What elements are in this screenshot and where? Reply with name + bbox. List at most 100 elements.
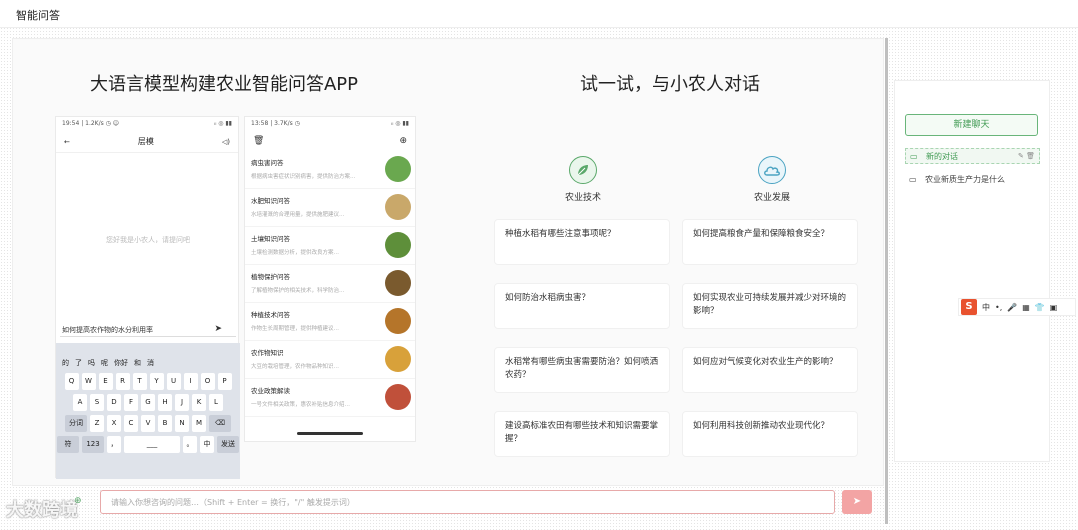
category-agri-tech[interactable]: 农业技术 (555, 156, 611, 203)
keyboard-key: N (175, 415, 189, 432)
topic-desc: 作物生长周期管理，提供种植建议… (251, 326, 340, 332)
edit-delete-icons[interactable]: ✎ 🗑 (1018, 152, 1035, 160)
phone-status-bar: 13:58 | 3.7K/s ◷ ᵢₗ ◎ ▮▮ (245, 117, 415, 131)
keyboard-key: M (192, 415, 206, 432)
topic-thumbnail (385, 384, 411, 410)
keyboard-icon[interactable]: ▦ (1022, 303, 1030, 312)
chat-history-label: 农业新质生产力是什么 (925, 174, 1005, 184)
keyboard-row: ASDFGHJKL (56, 394, 240, 411)
keyboard-key: L (209, 394, 223, 411)
skin-icon[interactable]: 👕 (1035, 303, 1045, 312)
chat-history-label: 新的对话 (926, 151, 958, 161)
keyboard-row: 分词 Z X C V B N M ⌫ (56, 415, 240, 432)
phone-mockup-chat: 19:54 | 1.2K/s ◷ ☺ ᵢₗ ◎ ▮▮ ← 层模 ◁) 您好我是小… (55, 116, 240, 479)
keyboard-row: QWERTYUIOP (56, 373, 240, 390)
keyboard-key: E (98, 373, 113, 390)
microphone-icon[interactable]: 🎤 (1007, 303, 1017, 312)
question-card[interactable]: 如何实现农业可持续发展并减少对环境的影响？ (682, 283, 858, 329)
keyboard-key: 。 (183, 436, 197, 453)
speaker-icon: ◁) (221, 137, 230, 146)
keyboard-key: 符 (57, 436, 79, 453)
phone-topic-item: 土壤知识问答 土壤检测数据分析，提供改良方案… (245, 227, 415, 265)
keyboard-key: X (107, 415, 121, 432)
phone-topic-item: 水肥知识问答 水培灌溉的合理用量，提供施肥建议… (245, 189, 415, 227)
attach-icon[interactable]: ⊕ (74, 496, 82, 506)
keyboard-key: ___ (124, 436, 180, 453)
phone-input: 如何提高农作物的水分利用率 (60, 323, 236, 337)
keyboard-key: H (158, 394, 172, 411)
keyboard-key: ⌫ (209, 415, 231, 432)
question-card[interactable]: 如何提高粮食产量和保障粮食安全？ (682, 219, 858, 265)
keyboard-key: W (81, 373, 96, 390)
chat-bubble-icon: ▭ (909, 174, 917, 184)
topic-thumbnail (385, 308, 411, 334)
ime-toolbar[interactable]: S 中 •, 🎤 ▦ 👕 ▣ (958, 298, 1076, 316)
keyboard-key: R (115, 373, 130, 390)
phone-topic-item: 植物保护问答 了解植物保护的相关技术，科学防治… (245, 265, 415, 303)
keyboard-key: 中 (200, 436, 214, 453)
chat-history-item[interactable]: ▭ 农业新质生产力是什么 (905, 171, 1040, 187)
keyboard-key: S (90, 394, 104, 411)
chat-sidebar: 新建聊天 ▭ 新的对话 ✎ 🗑 ▭ 农业新质生产力是什么 (894, 80, 1050, 462)
phone-list-header: 🗑 ⊕ (245, 131, 415, 151)
ime-punct-icon[interactable]: •, (995, 303, 1002, 312)
category-label: 农业发展 (753, 193, 790, 203)
topic-desc: 根据病虫害症状识别病害，提供防治方案… (251, 174, 356, 180)
keyboard-key: 123 (82, 436, 104, 453)
toolbox-icon[interactable]: ▣ (1050, 303, 1058, 312)
keyboard-key: G (141, 394, 155, 411)
keyboard-key: Z (90, 415, 104, 432)
status-icons: ᵢₗ ◎ ▮▮ (391, 120, 409, 127)
app-title: 智能问答 (16, 9, 60, 22)
leaf-icon (569, 156, 597, 184)
ime-logo: S (961, 299, 977, 315)
phone-chat-header: ← 层模 ◁) (56, 131, 238, 153)
status-time: 19:54 | 1.2K/s ◷ ☺ (62, 120, 120, 127)
topic-desc: 水培灌溉的合理用量，提供施肥建议… (251, 212, 345, 218)
new-chat-button[interactable]: 新建聊天 (905, 114, 1038, 136)
phone-status-bar: 19:54 | 1.2K/s ◷ ☺ ᵢₗ ◎ ▮▮ (56, 117, 238, 131)
send-button[interactable]: ➤ (842, 490, 872, 514)
topic-thumbnail (385, 232, 411, 258)
keyboard-candidates: 的了吗呢你好和消 (56, 355, 240, 369)
chat-bubble-icon: ▭ (910, 151, 918, 161)
topic-thumbnail (385, 270, 411, 296)
phone-topic-item: 种植技术问答 作物生长周期管理，提供种植建议… (245, 303, 415, 341)
topic-thumbnail (385, 346, 411, 372)
question-card[interactable]: 种植水稻有哪些注意事项呢？ (494, 219, 670, 265)
status-icons: ᵢₗ ◎ ▮▮ (214, 120, 232, 127)
keyboard-candidate: 吗 (88, 359, 95, 367)
keyboard-key: F (124, 394, 138, 411)
keyboard-key: I (183, 373, 198, 390)
chat-input[interactable]: 请输入你想咨询的问题…（Shift + Enter = 换行，"/" 触发提示词… (100, 490, 835, 514)
send-icon: ➤ (214, 324, 222, 334)
keyboard-key: J (175, 394, 189, 411)
chat-history-item[interactable]: ▭ 新的对话 ✎ 🗑 (905, 148, 1040, 164)
keyboard-key: O (200, 373, 215, 390)
question-card[interactable]: 如何利用科技创新推动农业现代化？ (682, 411, 858, 457)
keyboard-candidate: 消 (147, 359, 154, 367)
panel-divider[interactable] (885, 38, 888, 524)
keyboard-key: P (217, 373, 232, 390)
phone-topic-item: 农作物知识 大豆的栽培管理，农作物品种知识… (245, 341, 415, 379)
keyboard-key: C (124, 415, 138, 432)
home-indicator (297, 432, 363, 435)
keyboard-key: B (158, 415, 172, 432)
question-card[interactable]: 如何防治水稻病虫害？ (494, 283, 670, 329)
category-agri-dev[interactable]: 农业发展 (742, 156, 802, 203)
trash-icon: 🗑 (253, 136, 265, 146)
keyboard-key: 发送 (217, 436, 239, 453)
question-card[interactable]: 建设高标准农田有哪些技术和知识需要掌握？ (494, 411, 670, 457)
keyboard-key: 分词 (65, 415, 87, 432)
keyboard-key: ， (107, 436, 121, 453)
question-card[interactable]: 水稻常有哪些病虫害需要防治？如何喷洒农药？ (494, 347, 670, 393)
phone-empty-hint: 您好我是小农人，请提问吧 (106, 236, 190, 244)
topic-thumbnail (385, 156, 411, 182)
left-title: 大语言模型构建农业智能问答APP (90, 74, 359, 95)
ime-language[interactable]: 中 (982, 302, 990, 313)
keyboard-candidate: 了 (75, 359, 82, 367)
phone-chat-title: 层模 (137, 137, 154, 146)
question-card[interactable]: 如何应对气候变化对农业生产的影响？ (682, 347, 858, 393)
keyboard-key: T (132, 373, 147, 390)
keyboard-candidate: 的 (62, 359, 69, 367)
